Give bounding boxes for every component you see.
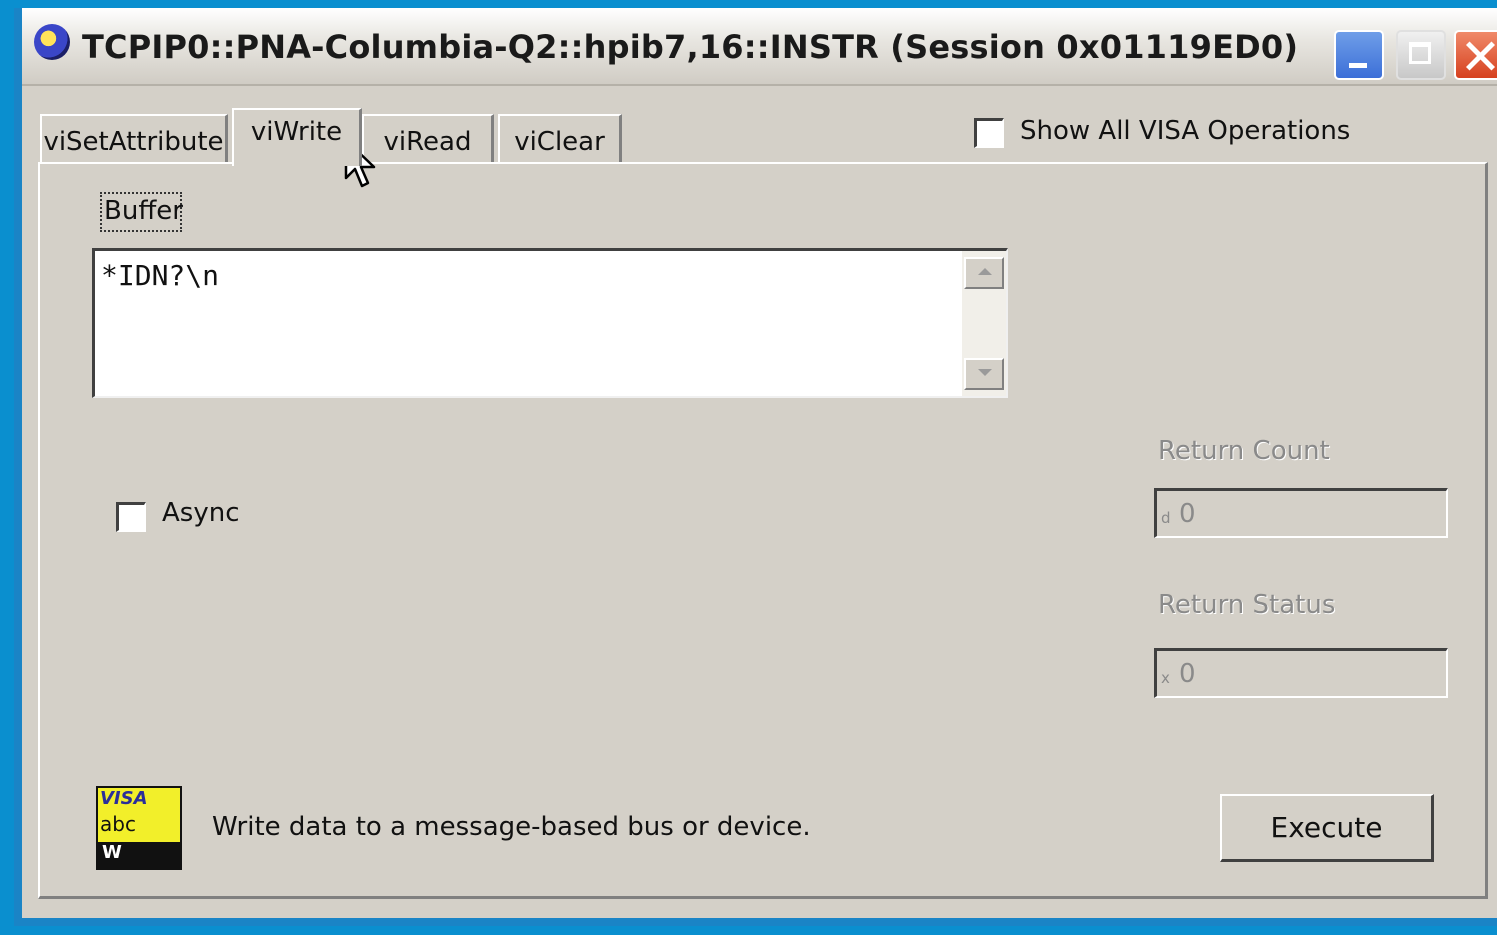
buffer-value: *IDN?\n	[101, 259, 220, 292]
return-count-field: d 0	[1154, 488, 1448, 538]
tab-visetattribute[interactable]: viSetAttribute	[40, 114, 228, 164]
buffer-input[interactable]: *IDN?\n	[92, 248, 1008, 398]
async-checkbox[interactable]	[116, 502, 146, 532]
show-all-checkbox[interactable]	[974, 118, 1004, 148]
operation-description: Write data to a message-based bus or dev…	[212, 812, 811, 842]
return-status-field: x 0	[1154, 648, 1448, 698]
title-bar[interactable]: TCPIP0::PNA-Columbia-Q2::hpib7,16::INSTR…	[22, 8, 1497, 86]
tab-viread[interactable]: viRead	[362, 114, 494, 164]
execute-button[interactable]: Execute	[1220, 794, 1434, 862]
return-count-format: d	[1161, 509, 1171, 527]
app-icon	[34, 24, 70, 60]
close-button[interactable]	[1454, 30, 1497, 80]
maximize-button[interactable]	[1396, 30, 1446, 80]
scroll-down-button[interactable]	[964, 358, 1004, 390]
scroll-up-button[interactable]	[964, 257, 1004, 289]
show-all-label: Show All VISA Operations	[1020, 116, 1351, 146]
minimize-button[interactable]	[1334, 30, 1384, 80]
arrow-down-icon	[978, 369, 992, 376]
arrow-up-icon	[978, 268, 992, 275]
tab-viwrite[interactable]: viWrite	[232, 108, 362, 166]
tab-viclear[interactable]: viClear	[498, 114, 622, 164]
window-title: TCPIP0::PNA-Columbia-Q2::hpib7,16::INSTR…	[82, 28, 1299, 66]
return-status-value: 0	[1179, 659, 1196, 689]
return-count-label: Return Count	[1158, 436, 1330, 466]
buffer-scrollbar[interactable]	[962, 251, 1006, 396]
return-status-format: x	[1161, 669, 1170, 687]
return-status-label: Return Status	[1158, 590, 1336, 620]
return-count-value: 0	[1179, 499, 1196, 529]
visa-session-window: TCPIP0::PNA-Columbia-Q2::hpib7,16::INSTR…	[14, 8, 1497, 926]
visa-write-icon: VISA abc W	[96, 786, 182, 870]
async-label: Async	[162, 498, 240, 528]
buffer-label: Buffer	[104, 196, 183, 226]
